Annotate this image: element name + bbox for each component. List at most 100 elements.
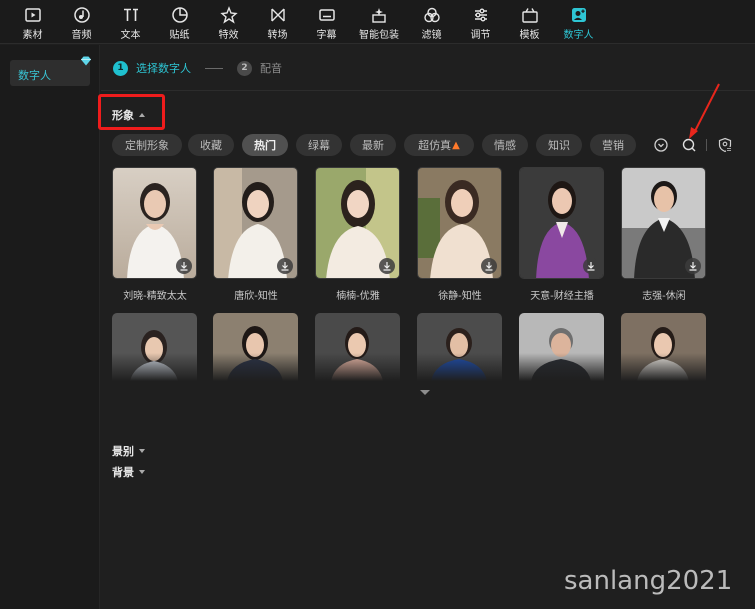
chip-label: 绿幕 [308,139,330,152]
step-2-number: 2 [237,60,252,76]
fade-overlay [519,353,604,381]
download-icon[interactable] [379,258,395,274]
avatar-card[interactable] [213,313,298,381]
media-icon [24,8,41,22]
tool-digital-human[interactable]: 数字人 [554,0,603,44]
chip-label: 营销 [602,139,624,152]
red-arrow-annotation [689,83,720,139]
tool-label: 特效 [218,30,239,41]
tool-effects[interactable]: 特效 [204,0,253,44]
main-panel: 1 选择数字人 2 配音 形象 定制形象 收藏 热门 绿幕 最新 超仿真 ▲ 情感… [98,45,755,609]
section-scene[interactable]: 景别 [112,443,145,459]
template-icon [521,8,538,23]
section-label: 景别 [112,445,134,458]
avatar-name: 唐欣-知性 [234,291,278,302]
left-sidebar: 数字人 [0,45,100,609]
avatar-name: 志强-休闲 [642,291,686,302]
tool-label: 贴纸 [169,30,190,41]
smart-package-icon [372,8,386,23]
step-1-number: 1 [113,60,128,76]
step-indicator: 1 选择数字人 2 配音 [113,60,282,76]
filter-knowledge[interactable]: 知识 [536,134,582,156]
top-toolbar: 素材 音频 文本 贴纸 特效 转场 字幕 智能包装 滤镜 调节 模板 数字人 [0,0,755,44]
avatar-card[interactable] [112,313,197,381]
digital-human-icon [571,8,586,22]
filter-custom[interactable]: 定制形象 [112,134,182,156]
tool-smart-package[interactable]: 智能包装 [351,0,407,44]
avatar-card[interactable] [112,167,197,279]
tool-text[interactable]: 文本 [106,0,155,44]
tool-label: 音频 [71,30,92,41]
download-icon[interactable] [685,258,701,274]
tool-label: 素材 [22,30,43,41]
tool-adjust[interactable]: 调节 [456,0,505,44]
section-label: 形象 [112,109,134,122]
tool-label: 调节 [470,30,491,41]
section-label: 背景 [112,466,134,479]
tool-label: 智能包装 [359,30,399,41]
download-icon[interactable] [277,258,293,274]
divider [101,90,755,91]
chip-label: 最新 [362,139,384,152]
tool-audio[interactable]: 音频 [57,0,106,44]
tool-media[interactable]: 素材 [8,0,57,44]
step-1-label[interactable]: 选择数字人 [136,60,191,76]
filter-icon [423,7,440,23]
chip-label: 超仿真 [418,139,452,152]
download-icon[interactable] [481,258,497,274]
sticker-icon [171,7,188,23]
transition-icon [270,8,285,22]
avatar-card[interactable] [621,167,706,279]
avatar-card[interactable] [417,167,502,279]
tool-transition[interactable]: 转场 [253,0,302,44]
filter-emotion[interactable]: 情感 [482,134,528,156]
tool-label: 字幕 [316,30,337,41]
collapse-icon [139,113,145,117]
avatar-card[interactable] [519,167,604,279]
avatar-card[interactable] [315,167,400,279]
text-icon [123,8,138,21]
filter-ultra-realistic[interactable]: 超仿真 ▲ [404,134,474,156]
filter-popular[interactable]: 热门 [242,134,288,156]
avatar-name: 天意-财经主播 [530,291,594,302]
avatar-card[interactable] [213,167,298,279]
fade-overlay [112,353,197,381]
sidebar-item-digital-human[interactable]: 数字人 [10,56,91,86]
watermark: sanlang2021 [564,566,733,596]
tool-label: 文本 [120,30,141,41]
avatar-card[interactable] [621,313,706,381]
show-more-icon[interactable] [420,390,430,395]
fire-icon: ▲ [452,139,460,151]
tool-label: 滤镜 [421,30,442,41]
avatar-card[interactable] [417,313,502,381]
tool-template[interactable]: 模板 [505,0,554,44]
tool-label: 模板 [519,30,540,41]
expand-filter-icon[interactable] [653,137,669,153]
step-2-label[interactable]: 配音 [260,60,282,76]
filter-greenscreen[interactable]: 绿幕 [296,134,342,156]
chip-label: 定制形象 [125,139,169,152]
chip-label: 热门 [254,139,276,152]
section-background[interactable]: 背景 [112,464,145,480]
subtitle-icon [318,9,335,21]
filter-favorites[interactable]: 收藏 [188,134,234,156]
tool-label: 转场 [267,30,288,41]
chip-label: 知识 [548,139,570,152]
avatar-name: 徐静-知性 [438,291,482,302]
tool-subtitle[interactable]: 字幕 [302,0,351,44]
tool-filter[interactable]: 滤镜 [407,0,456,44]
adjust-icon [474,8,487,22]
filter-marketing[interactable]: 营销 [590,134,636,156]
fade-overlay [315,353,400,381]
download-icon[interactable] [176,258,192,274]
tool-label: 数字人 [563,30,594,41]
expand-icon [139,470,145,474]
section-appearance[interactable]: 形象 [112,107,145,123]
filter-latest[interactable]: 最新 [350,134,396,156]
avatar-card[interactable] [519,313,604,381]
fade-overlay [621,353,706,381]
download-icon[interactable] [583,258,599,274]
chip-label: 收藏 [200,139,222,152]
tool-sticker[interactable]: 贴纸 [155,0,204,44]
avatar-card[interactable] [315,313,400,381]
